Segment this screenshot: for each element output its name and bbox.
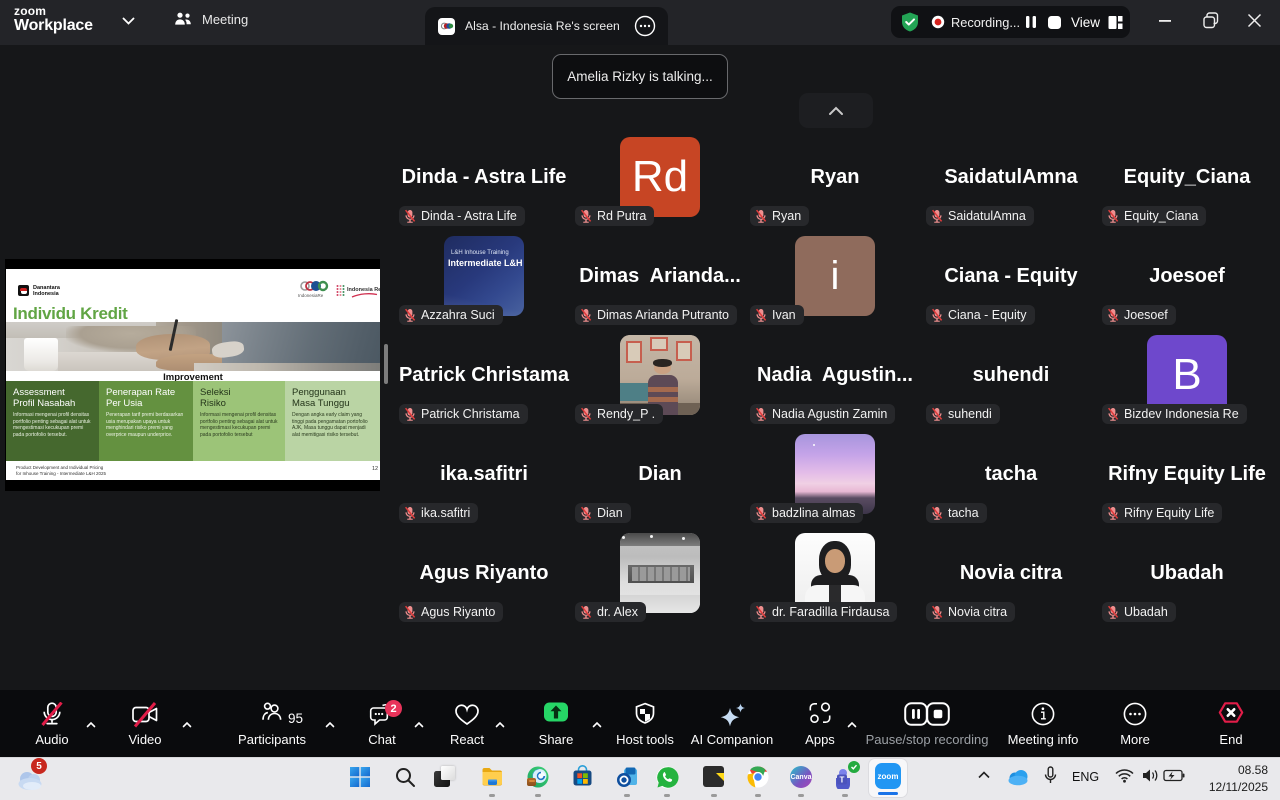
svg-text:T: T bbox=[840, 776, 845, 785]
svg-text:Indonesia Re: Indonesia Re bbox=[347, 287, 380, 293]
